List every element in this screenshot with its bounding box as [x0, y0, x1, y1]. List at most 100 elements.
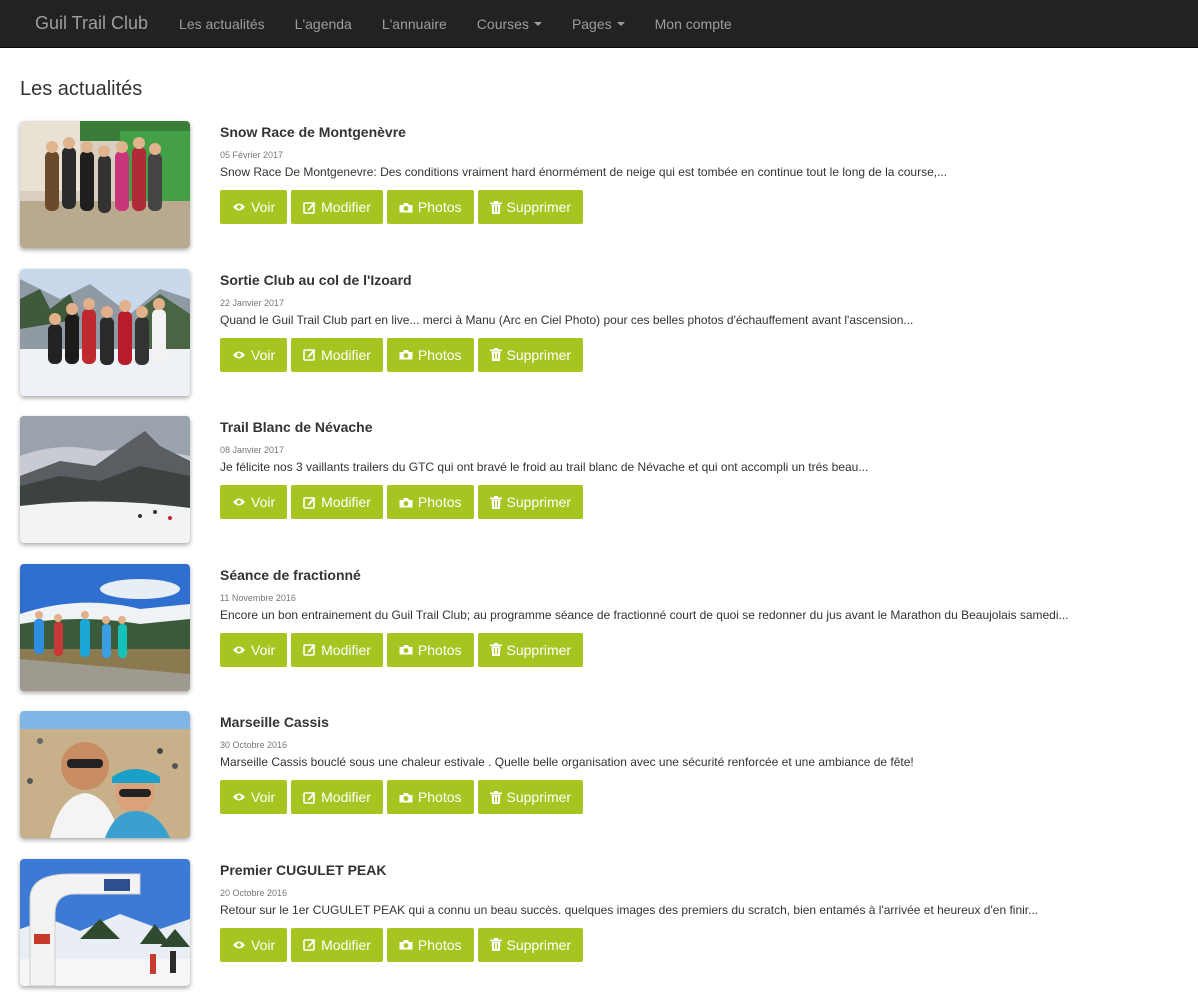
- delete-button[interactable]: Supprimer: [477, 485, 584, 520]
- delete-button-label: Supprimer: [506, 346, 572, 363]
- view-button[interactable]: Voir: [220, 337, 288, 372]
- photos-button-label: Photos: [417, 936, 462, 953]
- nav-actualites[interactable]: Les actualités: [164, 16, 280, 32]
- view-button[interactable]: Voir: [220, 190, 288, 224]
- news-thumbnail[interactable]: [20, 268, 190, 396]
- trash-icon: [489, 643, 502, 657]
- news-excerpt: Quand le Guil Trail Club part en live...…: [220, 312, 914, 327]
- news-date: 20 Octobre 2016: [220, 887, 288, 898]
- photos-button[interactable]: Photos: [386, 632, 474, 667]
- edit-icon: [303, 496, 316, 509]
- eye-icon: [233, 793, 245, 801]
- news-thumbnail[interactable]: [20, 563, 190, 691]
- delete-button[interactable]: Supprimer: [477, 190, 584, 224]
- view-button[interactable]: Voir: [220, 927, 288, 962]
- news-excerpt: Retour sur le 1er CUGULET PEAK qui a con…: [220, 902, 1039, 917]
- edit-button[interactable]: Modifier: [291, 632, 383, 667]
- nav-agenda-label: L'agenda: [294, 15, 352, 32]
- nav-agenda[interactable]: L'agenda: [280, 16, 367, 32]
- delete-button-label: Supprimer: [506, 936, 572, 953]
- runners-photo: [20, 563, 190, 691]
- edit-button[interactable]: Modifier: [291, 485, 383, 520]
- edit-button[interactable]: Modifier: [291, 337, 383, 372]
- photos-button[interactable]: Photos: [386, 337, 474, 372]
- edit-button[interactable]: Modifier: [291, 190, 383, 224]
- view-button-label: Voir: [251, 936, 276, 953]
- news-actions: Voir Modifier Photos Supprimer: [220, 337, 1188, 372]
- photos-button[interactable]: Photos: [386, 190, 474, 224]
- delete-button[interactable]: Supprimer: [477, 927, 584, 962]
- news-excerpt: Je félicite nos 3 vaillants trailers du …: [220, 460, 869, 475]
- news-actions: Voir Modifier Photos Supprimer: [220, 190, 1188, 224]
- top-navbar: Guil Trail Club Les actualités L'agenda …: [0, 0, 1198, 48]
- edit-button-label: Modifier: [321, 346, 371, 363]
- camera-icon: [399, 940, 413, 950]
- edit-button-label: Modifier: [321, 789, 371, 806]
- photos-button-label: Photos: [417, 641, 462, 658]
- trash-icon: [489, 938, 502, 952]
- camera-icon: [399, 350, 413, 360]
- news-date: 30 Octobre 2016: [220, 740, 288, 751]
- news-excerpt: Encore un bon entrainement du Guil Trail…: [220, 607, 1069, 622]
- news-date: 22 Janvier 2017: [220, 297, 285, 308]
- edit-icon: [303, 791, 316, 804]
- news-title[interactable]: Sortie Club au col de l'Izoard: [220, 272, 1188, 288]
- view-button-label: Voir: [251, 494, 276, 511]
- eye-icon: [233, 351, 245, 359]
- news-item: Trail Blanc de Névache 08 Janvier 2017 J…: [20, 416, 1198, 564]
- edit-icon: [303, 939, 316, 952]
- news-title[interactable]: Séance de fractionné: [220, 567, 1188, 583]
- view-button[interactable]: Voir: [220, 780, 288, 815]
- news-date: 08 Janvier 2017: [220, 445, 285, 456]
- news-thumbnail[interactable]: [20, 416, 190, 544]
- news-item: Premier CUGULET PEAK 20 Octobre 2016 Ret…: [20, 858, 1198, 1007]
- news-title[interactable]: Marseille Cassis: [220, 714, 1188, 730]
- photos-button[interactable]: Photos: [386, 485, 474, 520]
- nav-mon-compte[interactable]: Mon compte: [640, 16, 747, 32]
- news-excerpt: Snow Race De Montgenevre: Des conditions…: [220, 165, 948, 179]
- nav-courses-dropdown[interactable]: Courses: [462, 16, 557, 32]
- news-title[interactable]: Premier CUGULET PEAK: [220, 862, 1188, 878]
- delete-button[interactable]: Supprimer: [477, 337, 584, 372]
- view-button[interactable]: Voir: [220, 632, 288, 667]
- brand-link[interactable]: Guil Trail Club: [35, 13, 148, 34]
- delete-button[interactable]: Supprimer: [477, 632, 584, 667]
- news-title[interactable]: Snow Race de Montgenèvre: [220, 124, 1188, 140]
- edit-icon: [303, 201, 316, 214]
- news-item: Marseille Cassis 30 Octobre 2016 Marseil…: [20, 711, 1198, 859]
- edit-button-label: Modifier: [321, 936, 371, 953]
- edit-icon: [303, 349, 316, 361]
- photos-button-label: Photos: [417, 494, 462, 511]
- news-thumbnail[interactable]: [20, 121, 190, 248]
- camera-icon: [399, 792, 413, 803]
- photos-button-label: Photos: [417, 199, 462, 215]
- eye-icon: [233, 203, 245, 211]
- delete-button-label: Supprimer: [506, 641, 572, 658]
- camera-icon: [399, 202, 413, 212]
- view-button[interactable]: Voir: [220, 485, 288, 520]
- caret-down-icon: [533, 21, 542, 26]
- news-date: 11 Novembre 2016: [220, 592, 296, 603]
- edit-button-label: Modifier: [321, 494, 371, 511]
- news-thumbnail[interactable]: [20, 711, 190, 839]
- edit-button-label: Modifier: [321, 641, 371, 658]
- edit-button[interactable]: Modifier: [291, 780, 383, 815]
- delete-button[interactable]: Supprimer: [477, 780, 584, 815]
- nav-pages-dropdown[interactable]: Pages: [557, 16, 640, 32]
- delete-button-label: Supprimer: [506, 494, 572, 511]
- nav-mon-compte-label: Mon compte: [654, 15, 732, 32]
- photos-button[interactable]: Photos: [386, 780, 474, 815]
- eye-icon: [233, 498, 245, 506]
- news-title[interactable]: Trail Blanc de Névache: [220, 419, 1188, 435]
- group-photo-indoor: [20, 121, 190, 248]
- delete-button-label: Supprimer: [506, 789, 572, 806]
- photos-button[interactable]: Photos: [386, 927, 474, 962]
- camera-icon: [399, 497, 413, 508]
- trash-icon: [489, 495, 502, 509]
- news-actions: Voir Modifier Photos Supprimer: [220, 780, 1188, 815]
- news-list: Snow Race de Montgenèvre 05 Février 2017…: [20, 121, 1198, 1007]
- camera-icon: [399, 645, 413, 655]
- nav-annuaire[interactable]: L'annuaire: [367, 16, 462, 32]
- delete-button-label: Supprimer: [506, 199, 572, 215]
- edit-button[interactable]: Modifier: [291, 927, 383, 962]
